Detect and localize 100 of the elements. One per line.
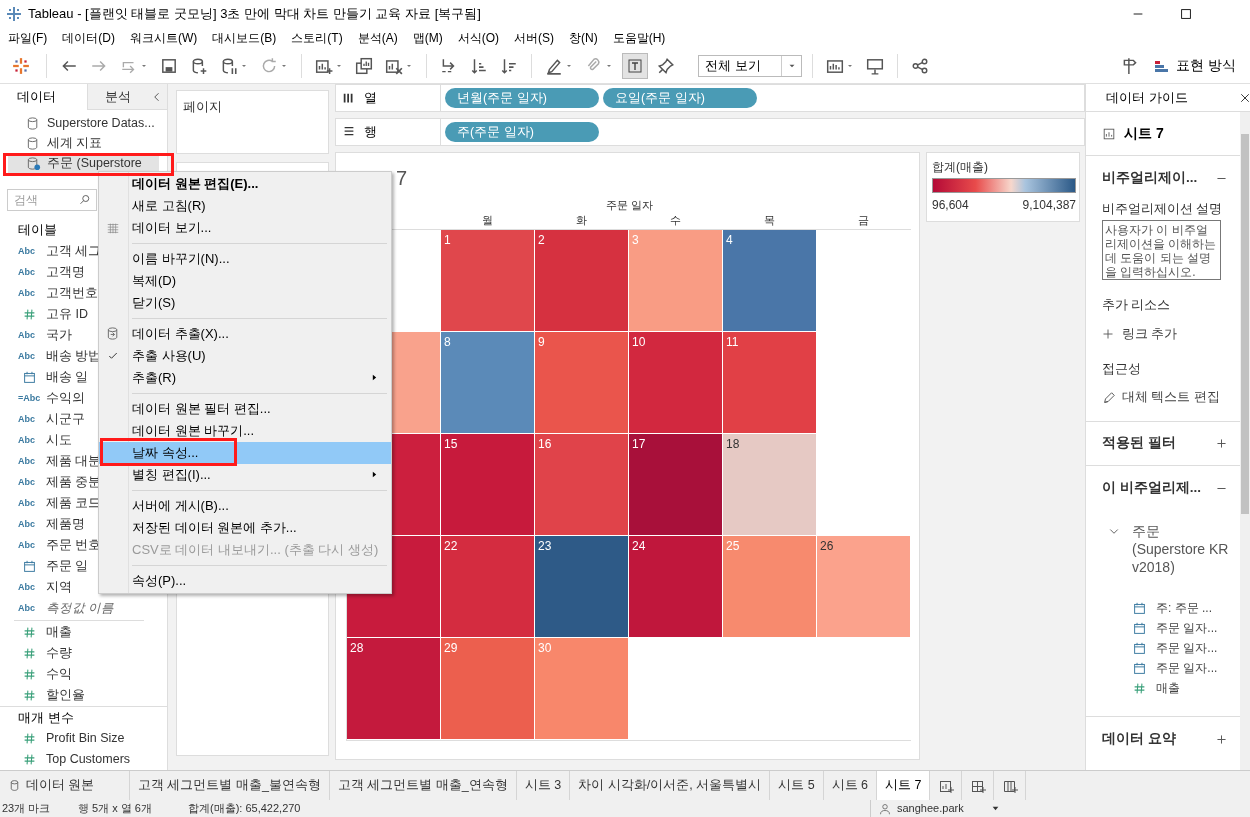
field-item[interactable]: 고객번호 — [46, 284, 98, 303]
expand-icon[interactable] — [1215, 437, 1228, 450]
day-label: 2 — [538, 232, 545, 249]
day-label: 1 — [444, 232, 451, 249]
user-menu[interactable]: sanghee.park — [870, 800, 1000, 817]
day-label: 23 — [538, 538, 552, 555]
menu-item[interactable]: 데이터 원본 편집(E)... — [99, 173, 391, 195]
sheet-tab[interactable]: 시트 7 — [877, 771, 931, 800]
close-icon[interactable] — [1239, 92, 1250, 104]
field-item[interactable]: 수량 — [46, 644, 72, 663]
field-item[interactable]: 고객명 — [46, 263, 85, 282]
menu-item[interactable]: 새로 고침(R) — [99, 195, 391, 217]
menu-item[interactable]: 복제(D) — [99, 270, 391, 292]
menu-item[interactable]: 도움말(H) — [612, 29, 666, 47]
window-title: Tableau - [플랜잇 태블로 굿모닝] 3초 만에 막대 차트 만들기 교육 자료 [복구됨] — [28, 5, 481, 24]
field-item[interactable]: 주문 번호 — [46, 536, 102, 555]
columns-icon — [342, 91, 356, 105]
day-label: 18 — [726, 436, 740, 453]
menu-item[interactable]: 데이터 보기... — [99, 217, 391, 239]
pause-updates-icon — [220, 56, 238, 75]
show-me-button[interactable]: 표현 방식 — [1148, 52, 1242, 79]
menu-item[interactable]: 날짜 속성... — [99, 442, 391, 464]
menu-item[interactable]: 데이터 추출(X)... — [99, 323, 391, 345]
section-heading: 매개 변수 — [17, 709, 75, 727]
field-item[interactable]: 시군구 — [46, 410, 85, 429]
field-item[interactable]: 주문 일자... — [1156, 639, 1218, 657]
view-size-dropdown[interactable]: 전체 보기 — [698, 54, 802, 77]
legend-title: 합계(매출) — [932, 159, 989, 176]
field-item[interactable]: 주: 주문 ... — [1156, 599, 1212, 617]
column-header: 수 — [669, 212, 681, 228]
field-item[interactable]: 수익 — [46, 665, 72, 684]
menu-item[interactable]: 속성(P)... — [99, 570, 391, 592]
field-item[interactable]: 측정값 이름 — [46, 599, 115, 618]
tableau-logo-icon — [12, 56, 30, 75]
menu-item[interactable]: 스토리(T) — [291, 29, 343, 47]
scrollbar[interactable] — [1240, 112, 1250, 770]
field-item[interactable]: 주문 일자... — [1156, 659, 1218, 677]
table-icon — [106, 221, 120, 235]
column-header: 월 — [481, 212, 493, 228]
menu-item[interactable]: 데이터 원본 필터 편집... — [99, 398, 391, 420]
data-source-item[interactable]: 세계 지표 — [8, 133, 159, 153]
calendar-icon — [1133, 661, 1146, 675]
legend-min: 96,604 — [932, 197, 969, 214]
field-item[interactable]: 국가 — [46, 326, 72, 345]
field-item[interactable]: 고유 ID — [46, 305, 88, 324]
presentation-mode-icon — [866, 56, 884, 75]
field-item[interactable]: Top Customers — [46, 750, 131, 769]
field-item[interactable]: 수익의 — [46, 389, 85, 408]
menu-item[interactable]: 데이터(D) — [62, 29, 115, 47]
edit-alt-text-button[interactable]: 대체 텍스트 편집 — [1102, 388, 1220, 407]
description-field[interactable]: 사용자가 이 비주얼리제이션을 이해하는 데 도움이 되는 설명을 입력하십시오. — [1102, 220, 1221, 280]
field-item[interactable]: Profit Bin Size — [46, 729, 125, 748]
menu-item[interactable]: 파일(F) — [8, 29, 48, 47]
database-icon — [26, 155, 41, 171]
field-item[interactable]: 제품 코드 — [46, 494, 102, 513]
menu-item[interactable]: 워크시트(W) — [130, 29, 198, 47]
add-link-button[interactable]: 링크 추가 — [1102, 324, 1178, 344]
menu-item[interactable]: 창(N) — [569, 29, 598, 47]
menu-item[interactable]: 대시보드(B) — [212, 29, 277, 47]
menu-item[interactable]: 추출(R) — [99, 367, 391, 389]
field-item[interactable]: 시도 — [46, 431, 72, 450]
type-label: Abc — [18, 517, 36, 531]
field-item[interactable]: 배송 일 — [46, 368, 89, 387]
menu-item[interactable]: 맵(M) — [412, 29, 443, 47]
field-item[interactable]: 주문 일 — [46, 557, 89, 576]
panel-tab[interactable]: 분석 — [87, 84, 167, 110]
panel-title: 데이터 가이드 — [1106, 88, 1188, 107]
axis-title: 주문 일자 — [606, 198, 654, 211]
type-label: Abc — [18, 286, 36, 300]
menu-item[interactable]: 이름 바꾸기(N)... — [99, 248, 391, 270]
number-type-icon — [22, 732, 36, 745]
menu-item[interactable]: 서버에 게시(B)... — [99, 495, 391, 517]
show-labels-button[interactable] — [622, 52, 648, 79]
signpost-icon — [1121, 56, 1140, 75]
column-header: 금 — [857, 212, 869, 228]
field-label: 접근성 — [1102, 360, 1142, 378]
expand-icon[interactable] — [1215, 732, 1228, 746]
data-source-item[interactable]: Superstore Datas... — [8, 113, 159, 133]
menu-item[interactable]: 추출 사용(U) — [99, 345, 391, 367]
type-label: Abc — [18, 538, 36, 552]
menu-item[interactable]: 분석(A) — [357, 29, 398, 47]
number-type-icon — [1133, 681, 1146, 695]
field-item[interactable]: 매출 — [46, 623, 72, 642]
field-item[interactable]: 제품명 — [46, 515, 85, 534]
field-item[interactable]: 주문 일자... — [1156, 619, 1218, 637]
field-item[interactable]: 할인율 — [46, 686, 85, 705]
menu-item[interactable]: 별칭 편집(I)... — [99, 464, 391, 486]
menu-item[interactable]: 서버(S) — [514, 29, 554, 47]
field-item[interactable]: 매출 — [1156, 679, 1180, 697]
shelf-label: 열 — [364, 89, 377, 108]
section-title: 데이터 요약 — [1102, 729, 1177, 748]
menu-item[interactable]: 저장된 데이터 원본에 추가... — [99, 517, 391, 539]
menu-item[interactable]: 서식(O) — [457, 29, 499, 47]
menu-item[interactable]: 닫기(S) — [99, 292, 391, 314]
search-field[interactable]: 검색 — [7, 189, 97, 211]
menu-item[interactable]: 데이터 원본 바꾸기... — [99, 420, 391, 442]
caret-icon — [991, 804, 1000, 813]
field-item[interactable]: 지역 — [46, 578, 72, 597]
type-label: Abc — [18, 328, 36, 342]
maximize-icon — [1179, 7, 1193, 21]
